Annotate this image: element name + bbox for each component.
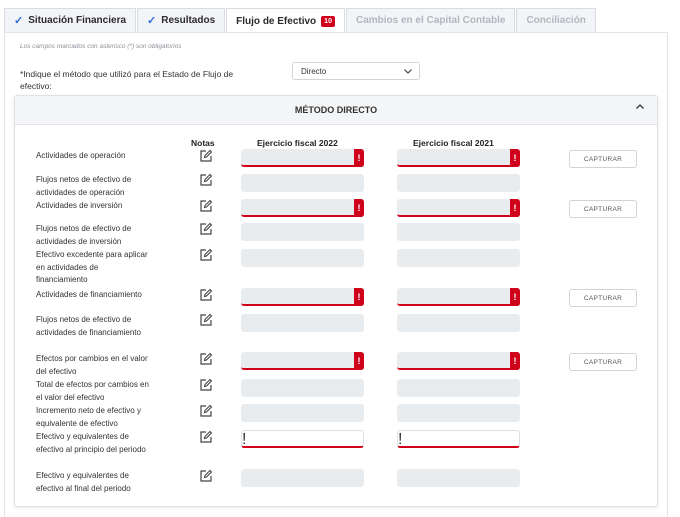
input-2022-efectivo-final <box>241 469 364 487</box>
chevron-up-icon[interactable] <box>635 102 645 115</box>
tab-cambios-capital-contable[interactable]: Cambios en el Capital Contable <box>345 8 516 32</box>
input-2022-actividades-operacion[interactable]: ! <box>241 149 364 167</box>
input-2021-efectivo-principio[interactable]: ! <box>397 430 520 448</box>
input-2022-efectivo-principio[interactable]: ! <box>241 430 364 448</box>
row-label-efectivo-final: Efectivo y equivalentes de efectivo al f… <box>36 471 131 493</box>
col-2022: Ejercicio fiscal 2022 <box>257 138 338 148</box>
row-label-actividades-financiamiento: Actividades de financiamiento <box>36 290 142 299</box>
error-icon: ! <box>354 149 364 167</box>
input-2022-efectivo-excedente <box>241 249 364 267</box>
edit-note-icon[interactable] <box>199 149 213 163</box>
input-2021-actividades-financiamiento[interactable]: ! <box>397 288 520 306</box>
capturar-button[interactable]: CAPTURAR <box>569 289 637 307</box>
section-title: MÉTODO DIRECTO <box>294 105 378 115</box>
input-2022-flujos-operacion <box>241 174 364 192</box>
tab-label: Conciliación <box>526 15 586 26</box>
input-2021-total-efectos <box>397 379 520 397</box>
edit-note-icon[interactable] <box>199 469 213 483</box>
edit-note-icon[interactable] <box>199 313 213 327</box>
tab-label: Flujo de Efectivo <box>236 15 317 27</box>
row-label-flujos-inversion: Flujos netos de efectivo de actividades … <box>36 224 132 246</box>
method-select[interactable]: Directo <box>292 62 420 80</box>
input-2021-efectos-cambios[interactable]: ! <box>397 352 520 370</box>
input-2021-flujos-financiamiento <box>397 314 520 332</box>
input-2021-flujos-inversion <box>397 223 520 241</box>
chevron-down-icon <box>403 66 413 78</box>
row-label-actividades-inversion: Actividades de inversión <box>36 201 123 210</box>
row-label-flujos-operacion: Flujos netos de efectivo de actividades … <box>36 175 132 197</box>
capturar-button[interactable]: CAPTURAR <box>569 200 637 218</box>
error-icon: ! <box>242 431 247 448</box>
tab-bar: ✓ Situación Financiera ✓ Resultados Fluj… <box>4 8 597 33</box>
input-2022-incremento-neto <box>241 404 364 422</box>
edit-note-icon[interactable] <box>199 378 213 392</box>
tab-resultados[interactable]: ✓ Resultados <box>137 8 226 32</box>
error-icon: ! <box>510 149 520 167</box>
error-icon: ! <box>398 431 403 448</box>
error-icon: ! <box>510 288 520 306</box>
col-notas: Notas <box>191 138 215 148</box>
input-2022-total-efectos <box>241 379 364 397</box>
check-icon: ✓ <box>14 15 24 27</box>
input-2022-flujos-financiamiento <box>241 314 364 332</box>
capturar-button[interactable]: CAPTURAR <box>569 150 637 168</box>
tab-conciliacion[interactable]: Conciliación <box>516 8 596 32</box>
tab-label: Resultados <box>161 15 216 26</box>
check-icon: ✓ <box>147 15 157 27</box>
input-2021-incremento-neto <box>397 404 520 422</box>
input-2022-actividades-financiamiento[interactable]: ! <box>241 288 364 306</box>
input-2021-efectivo-excedente <box>397 249 520 267</box>
tab-situacion-financiera[interactable]: ✓ Situación Financiera <box>4 8 137 32</box>
edit-note-icon[interactable] <box>199 222 213 236</box>
tab-flujo-de-efectivo[interactable]: Flujo de Efectivo 10 <box>226 8 345 33</box>
col-2021: Ejercicio fiscal 2021 <box>413 138 494 148</box>
required-fields-note: Los campos marcados con asterisco (*) so… <box>20 43 182 50</box>
edit-note-icon[interactable] <box>199 352 213 366</box>
input-2022-actividades-inversion[interactable]: ! <box>241 199 364 217</box>
edit-note-icon[interactable] <box>199 430 213 444</box>
input-2021-actividades-inversion[interactable]: ! <box>397 199 520 217</box>
row-label-incremento-neto: Incremento neto de efectivo y equivalent… <box>36 406 141 428</box>
method-label: *Indique el método que utilizó para el E… <box>20 69 234 91</box>
edit-note-icon[interactable] <box>199 173 213 187</box>
tab-label: Situación Financiera <box>28 15 127 26</box>
row-label-efectivo-excedente: Efectivo excedente para aplicar en activ… <box>36 250 148 284</box>
row-label-efectivo-principio: Efectivo y equivalentes de efectivo al p… <box>36 432 146 454</box>
row-label-efectos-cambios: Efectos por cambios en el valor del efec… <box>36 354 148 376</box>
edit-note-icon[interactable] <box>199 248 213 262</box>
method-select-value: Directo <box>301 66 327 76</box>
error-icon: ! <box>354 352 364 370</box>
input-2021-actividades-operacion[interactable]: ! <box>397 149 520 167</box>
error-count-badge: 10 <box>321 15 335 27</box>
input-2021-flujos-operacion <box>397 174 520 192</box>
input-2022-efectos-cambios[interactable]: ! <box>241 352 364 370</box>
error-icon: ! <box>354 288 364 306</box>
input-2022-flujos-inversion <box>241 223 364 241</box>
error-icon: ! <box>510 352 520 370</box>
row-label-actividades-operacion: Actividades de operación <box>36 151 126 160</box>
edit-note-icon[interactable] <box>199 288 213 302</box>
tab-label: Cambios en el Capital Contable <box>355 15 506 26</box>
capturar-button[interactable]: CAPTURAR <box>569 353 637 371</box>
error-icon: ! <box>354 199 364 217</box>
edit-note-icon[interactable] <box>199 199 213 213</box>
card-header[interactable]: MÉTODO DIRECTO <box>15 96 657 125</box>
input-2021-efectivo-final <box>397 469 520 487</box>
error-icon: ! <box>510 199 520 217</box>
edit-note-icon[interactable] <box>199 404 213 418</box>
row-label-total-efectos: Total de efectos por cambios en el valor… <box>36 380 149 402</box>
row-label-flujos-financiamiento: Flujos netos de efectivo de actividades … <box>36 315 141 337</box>
